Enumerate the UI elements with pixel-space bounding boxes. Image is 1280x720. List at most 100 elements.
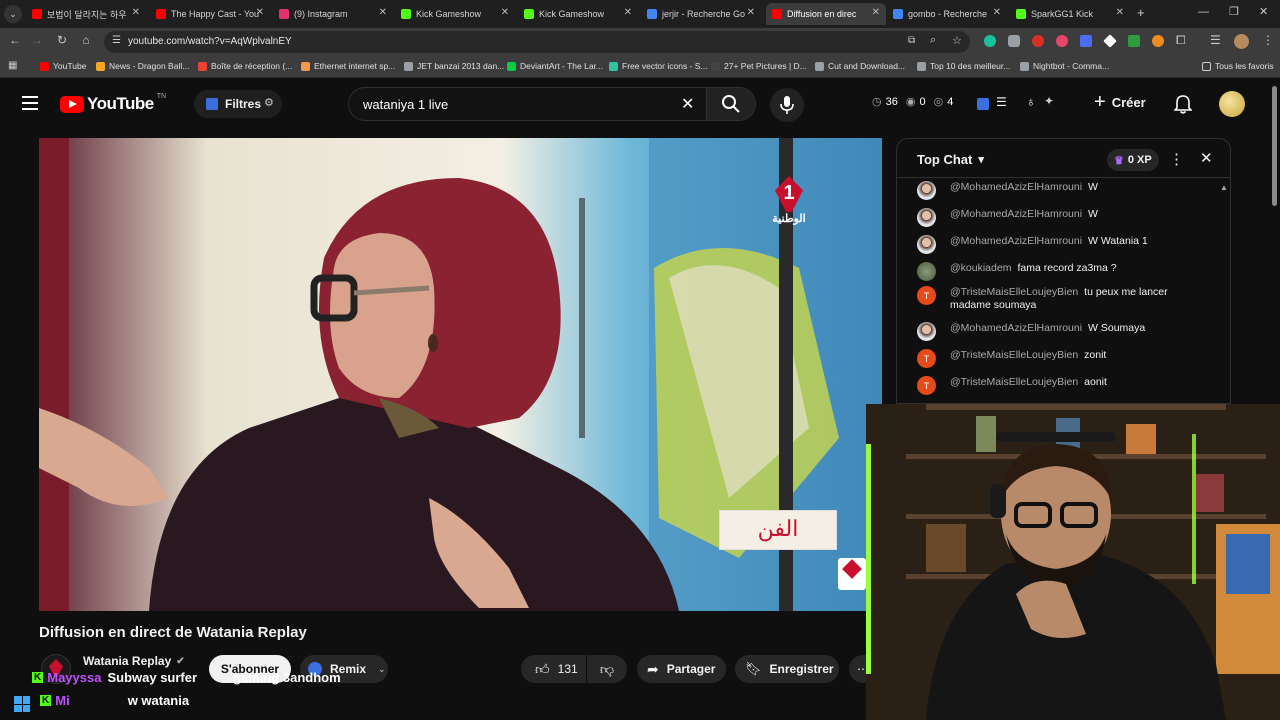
top-chat-selector[interactable]: Top Chat ▾ [917,152,984,167]
extension-icon[interactable] [1103,34,1117,48]
chat-author-name[interactable]: @TristeMaisElleLoujeyBien [950,349,1078,361]
browser-tab[interactable]: The Happy Cast - You ✕ [150,3,270,25]
bookmark-item[interactable]: DeviantArt - The Lar... [507,61,603,71]
browser-tab[interactable]: jerjir - Recherche Go ✕ [641,3,761,25]
chat-author-avatar[interactable]: T [917,286,936,305]
notifications-bell-icon[interactable] [1174,94,1192,114]
tab-close-icon[interactable]: ✕ [501,7,509,18]
bookmark-star-icon[interactable]: ☆ [952,34,962,47]
bookmark-item[interactable]: Ethernet internet sp... [301,61,395,71]
video-player[interactable]: 1 الوطنية الفن [39,138,882,611]
share-button[interactable]: ➦ Partager [637,655,726,683]
tab-close-icon[interactable]: ✕ [256,7,264,18]
xp-badge[interactable]: ♛ 0 XP [1107,149,1159,171]
browser-tab[interactable]: Kick Gameshow ✕ [518,3,638,25]
account-avatar[interactable] [1219,91,1245,117]
browser-tab[interactable]: Diffusion en direc ✕ [766,3,886,25]
all-favorites-folder[interactable]: Tous les favoris [1202,61,1274,71]
dislike-button[interactable]: 👎︎ [587,655,627,683]
address-bar[interactable]: ☰ youtube.com/watch?v=AqWplvalnEY ⧉ ⌕ ☆ [104,31,970,53]
bookmark-item[interactable]: YouTube [40,61,86,71]
list-icon[interactable]: ☰ [996,95,1007,109]
create-button[interactable]: + Créer [1094,92,1146,112]
chat-author-name[interactable]: @koukiadem [950,262,1011,274]
chat-author-avatar[interactable] [917,208,936,227]
reading-list-icon[interactable]: ☰ [1210,33,1221,47]
chat-author-name[interactable]: @TristeMaisElleLoujeyBien [950,376,1078,388]
chat-message[interactable]: @MohamedAzizElHamrouni W Watania 1 [917,235,1207,254]
new-tab-button[interactable]: + [1137,5,1145,20]
chat-author-name[interactable]: @MohamedAzizElHamrouni [950,181,1082,193]
clear-search-icon[interactable]: ✕ [681,94,694,114]
extensions-puzzle-icon[interactable]: ⧠ [1176,33,1186,48]
zoom-icon[interactable]: ⌕ [930,34,936,47]
menu-icon[interactable]: ⋮ [1262,33,1274,47]
channel-name[interactable]: Watania Replay ✔ [83,654,185,668]
chat-message[interactable]: @MohamedAzizElHamrouni W [917,181,1207,200]
extension-icon[interactable] [1128,35,1140,47]
browser-tab[interactable]: (9) Instagram ✕ [273,3,393,25]
reload-button[interactable]: ↻ [53,33,71,47]
chat-author-avatar[interactable] [917,235,936,254]
browser-tab[interactable]: Kick Gameshow ✕ [395,3,515,25]
extension-icon[interactable] [1008,35,1020,47]
tab-close-icon[interactable]: ✕ [872,7,880,18]
bookmark-item[interactable]: Top 10 des meilleur... [917,61,1010,71]
extension-icon[interactable] [977,98,989,110]
sparkle-icon[interactable]: ✦ [1044,94,1054,108]
like-button[interactable]: 👍︎ 131 [521,655,586,683]
bookmark-item[interactable]: Free vector icons - S... [609,61,708,71]
site-info-icon[interactable]: ☰ [112,35,121,46]
chat-scrollbar[interactable]: ▲ [1220,183,1228,193]
filtres-button[interactable]: Filtres ⚙ [194,90,282,118]
page-scrollbar[interactable] [1272,86,1277,206]
chat-author-name[interactable]: @MohamedAzizElHamrouni [950,322,1082,334]
profile-avatar[interactable] [1234,34,1249,49]
search-box[interactable]: wataniya 1 live ✕ [348,87,710,121]
search-button[interactable] [706,87,756,121]
youtube-logo[interactable]: YouTube TN [60,93,166,114]
extension-icon[interactable] [1056,35,1068,47]
bookmark-item[interactable]: 27+ Pet Pictures | D... [711,61,807,71]
chat-message[interactable]: @koukiadem fama record za3ma ? [917,262,1207,281]
extension-icon[interactable] [984,35,996,47]
tab-close-icon[interactable]: ✕ [747,7,755,18]
chat-author-name[interactable]: @MohamedAzizElHamrouni [950,208,1082,220]
chat-menu-icon[interactable]: ⋮ [1169,150,1184,168]
chat-message[interactable]: T @TristeMaisElleLoujeyBien tu peux me lan… [917,286,1207,312]
tab-close-icon[interactable]: ✕ [624,7,632,18]
chat-author-avatar[interactable]: T [917,376,936,395]
forward-button[interactable]: → [28,33,46,47]
chat-author-avatar[interactable] [917,262,936,281]
bookmark-item[interactable]: Nightbot - Comma... [1020,61,1109,71]
browser-tab[interactable]: 보법이 달라지는 하우 ✕ [26,3,146,25]
bookmark-item[interactable]: Boîte de réception (... [198,61,292,71]
extension-icon[interactable] [1032,35,1044,47]
tab-close-icon[interactable]: ✕ [1116,7,1124,18]
home-button[interactable]: ⌂ [77,33,95,47]
hamburger-menu-icon[interactable] [22,96,38,110]
extension-stats[interactable]: ◷ 36 ◉ 0 ◎ 4 [872,95,953,109]
install-icon[interactable]: ⧉ [908,35,915,46]
close-window-button[interactable]: ✕ [1259,5,1268,18]
tab-search-button[interactable]: ⌄ [4,5,22,23]
chat-author-name[interactable]: @TristeMaisElleLoujeyBien [950,286,1078,298]
extension-icon[interactable] [1152,35,1164,47]
browser-tab[interactable]: SparkGG1 Kick ✕ [1010,3,1130,25]
bookmark-item[interactable]: JET banzai 2013 dan... [404,61,504,71]
chat-message[interactable]: @MohamedAzizElHamrouni W Soumaya [917,322,1207,341]
chat-message[interactable]: T @TristeMaisElleLoujeyBien zonit [917,349,1207,368]
tab-close-icon[interactable]: ✕ [132,7,140,18]
chat-author-avatar[interactable] [917,181,936,200]
chat-message[interactable]: T @TristeMaisElleLoujeyBien aonit [917,376,1207,395]
trophy-icon[interactable]: ♁ [1026,94,1036,109]
chat-author-name[interactable]: @MohamedAzizElHamrouni [950,235,1082,247]
browser-tab[interactable]: gombo - Recherche ✕ [887,3,1007,25]
chat-author-avatar[interactable]: T [917,349,936,368]
back-button[interactable]: ← [6,33,24,47]
apps-grid-icon[interactable]: ▦ [8,60,17,71]
windows-start-icon[interactable] [14,696,30,712]
tab-close-icon[interactable]: ✕ [379,7,387,18]
bookmark-item[interactable]: News - Dragon Ball... [96,61,189,71]
save-button[interactable]: 🔖︎ Enregistrer [735,655,839,683]
